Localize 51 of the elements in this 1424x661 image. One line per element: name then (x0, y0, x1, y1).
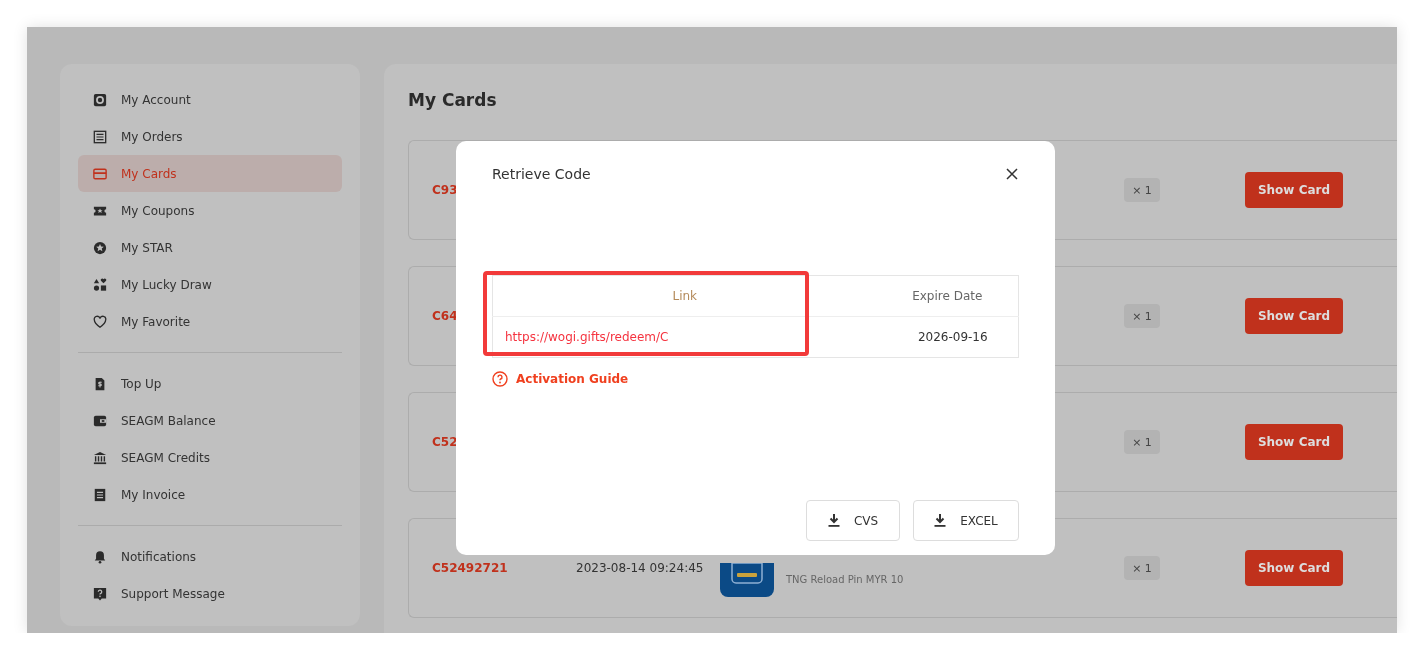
sidebar-item[interactable]: Top Up (78, 365, 342, 402)
sidebar-item[interactable]: My Account (78, 81, 342, 118)
table-cell: 2026-09-16 (876, 316, 1019, 358)
sidebar-item[interactable]: SEAGM Balance (78, 402, 342, 439)
show-card-button[interactable]: Show Card (1245, 172, 1343, 208)
sidebar-item[interactable]: My Lucky Draw (78, 266, 342, 303)
download-icon (934, 514, 947, 527)
heart-icon (93, 314, 107, 329)
sidebar-item[interactable]: My Invoice (78, 476, 342, 513)
shapes-icon (93, 277, 107, 292)
order-date: 2023-08-14 09:24:45 (576, 561, 705, 575)
document-icon (93, 376, 107, 391)
close-button[interactable] (1005, 167, 1019, 181)
download-icon (827, 514, 840, 527)
order-id: C64 (432, 309, 459, 323)
help-icon (93, 586, 107, 601)
order-id: C93 (432, 183, 459, 197)
dialog-title: Retrieve Code (492, 166, 591, 182)
receipt-icon (93, 487, 107, 502)
link-cell[interactable]: https://wogi.gifts/redeem/C (492, 316, 877, 358)
quantity-badge: × 1 (1124, 556, 1160, 580)
sidebar-item[interactable]: SEAGM Credits (78, 439, 342, 476)
column-header: Link (492, 275, 877, 317)
sidebar-item[interactable]: My Coupons (78, 192, 342, 229)
order-id: C52 (432, 435, 459, 449)
sidebar-item[interactable]: My Favorite (78, 303, 342, 340)
card-icon (93, 166, 107, 181)
sidebar-item[interactable]: My STAR (78, 229, 342, 266)
quantity-badge: × 1 (1124, 430, 1160, 454)
bank-icon (93, 450, 107, 465)
show-card-button[interactable]: Show Card (1245, 424, 1343, 460)
list-icon (93, 129, 107, 144)
order-id: C52492721 (432, 561, 509, 575)
wallet-icon (93, 413, 107, 428)
column-header: Expire Date (876, 275, 1019, 317)
bell-icon (93, 549, 107, 564)
page-title: My Cards (408, 90, 498, 110)
download-button[interactable]: CVS (806, 500, 900, 541)
sidebar-item[interactable]: My Orders (78, 118, 342, 155)
sidebar-item[interactable]: Support Message (78, 575, 342, 612)
quantity-badge: × 1 (1124, 178, 1160, 202)
product-variant: TNG Reload Pin MYR 10 (786, 573, 905, 585)
product-logo-icon (720, 563, 774, 597)
download-button[interactable]: EXCEL (913, 500, 1019, 541)
sidebar-item[interactable]: Notifications (78, 538, 342, 575)
show-card-button[interactable]: Show Card (1245, 298, 1343, 334)
gear-icon (93, 92, 107, 107)
quantity-badge: × 1 (1124, 304, 1160, 328)
activation-guide-link[interactable]: Activation Guide (492, 371, 629, 387)
show-card-button[interactable]: Show Card (1245, 550, 1343, 586)
help-icon (492, 371, 508, 387)
